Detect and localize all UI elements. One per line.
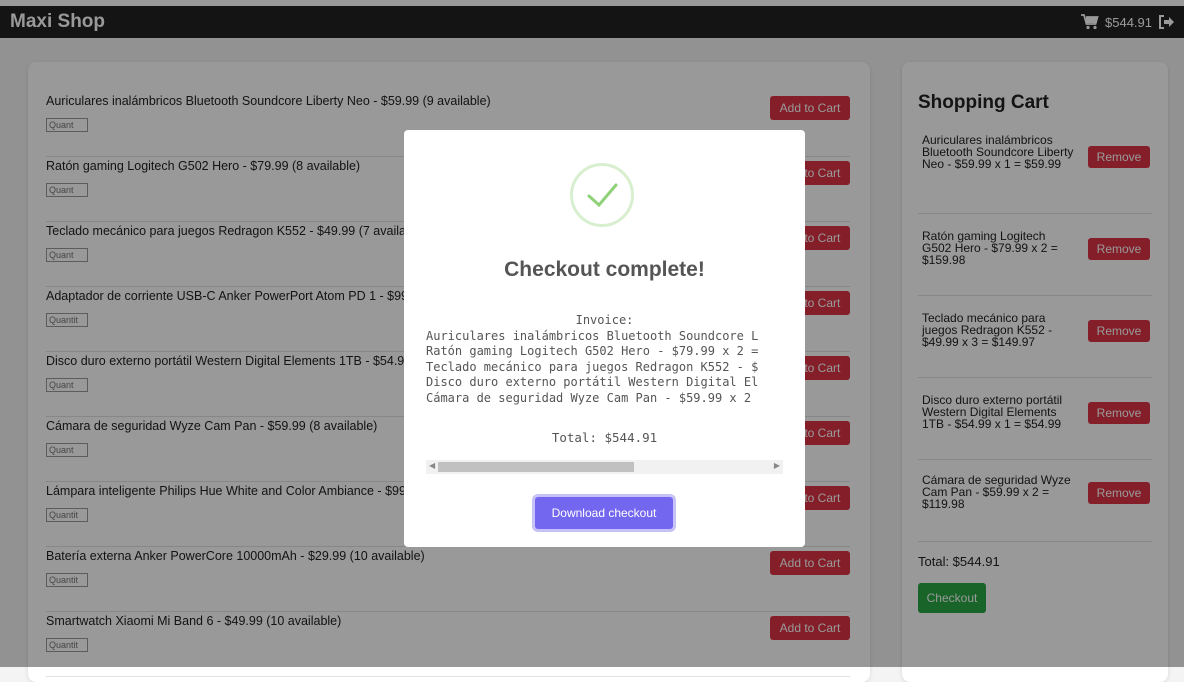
success-circle — [570, 163, 634, 227]
horizontal-scrollbar[interactable]: ◀ ▶ — [426, 460, 783, 474]
scrollbar-thumb[interactable] — [438, 462, 634, 472]
scroll-left-icon[interactable]: ◀ — [429, 461, 435, 470]
invoice-line: Disco duro externo portátil Western Digi… — [426, 375, 759, 389]
checkout-modal: Checkout complete! Invoice: Auriculares i… — [404, 130, 805, 547]
invoice-line: Teclado mecánico para juegos Redragon K5… — [426, 359, 759, 374]
invoice-line: Auriculares inalámbricos Bluetooth Sound… — [426, 328, 759, 343]
invoice-total: Total: $544.91 — [551, 430, 658, 445]
invoice-line: Ratón gaming Logitech G502 Hero - $79.99… — [426, 344, 759, 358]
invoice-line: Cámara de seguridad Wyze Cam Pan - $59.9… — [426, 390, 752, 405]
download-checkout-button[interactable]: Download checkout — [535, 497, 673, 529]
scroll-right-icon[interactable]: ▶ — [774, 461, 780, 470]
modal-title: Checkout complete! — [504, 258, 705, 281]
invoice-heading: Invoice: — [575, 313, 634, 327]
